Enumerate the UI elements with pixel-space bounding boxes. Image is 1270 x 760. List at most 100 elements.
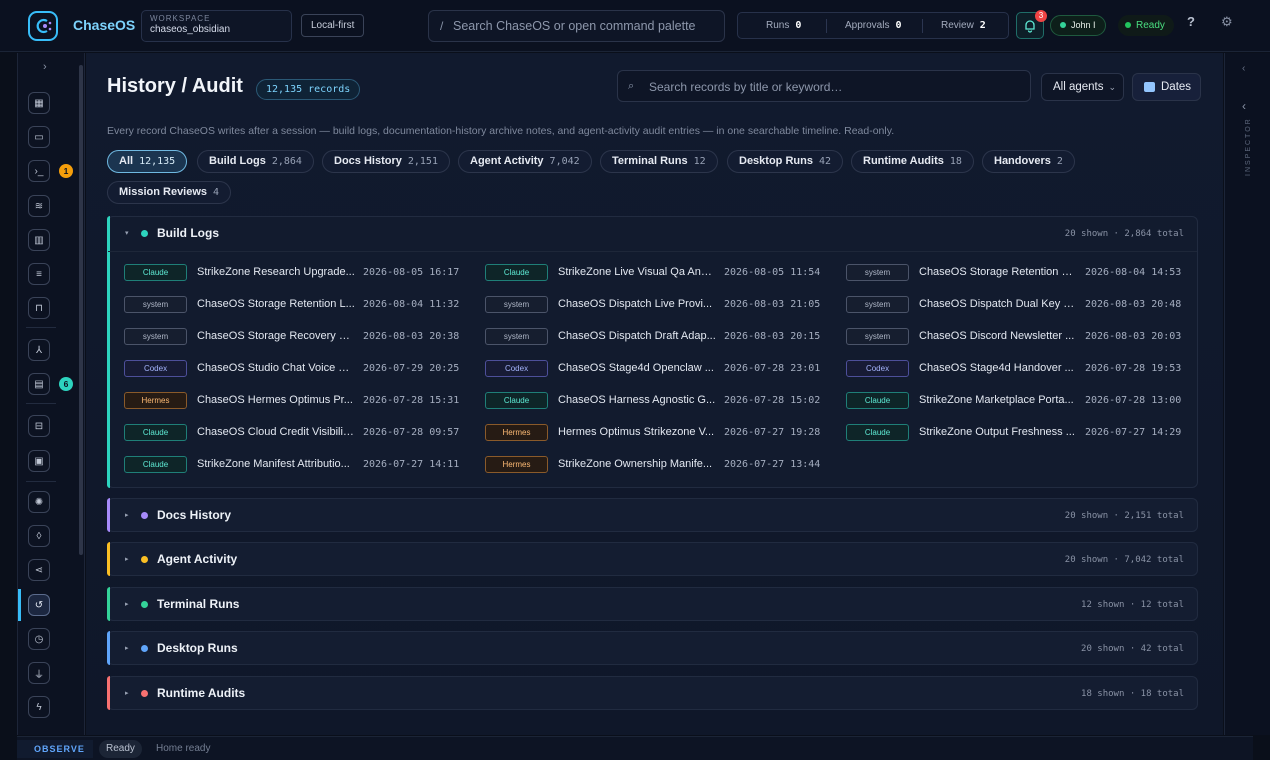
group-caret-icon[interactable]: ▸ xyxy=(125,600,129,608)
docs-badge: 6 xyxy=(59,377,73,391)
workspace-selector[interactable]: WORKSPACE chaseos_obsidian xyxy=(141,10,292,42)
group-header[interactable] xyxy=(108,217,1197,252)
bag-icon[interactable]: ⊓ xyxy=(28,297,50,319)
group-name[interactable]: Build Logs xyxy=(157,226,219,240)
clock-icon[interactable]: ◷ xyxy=(28,628,50,650)
record-row[interactable]: system ChaseOS Dispatch Draft Adap... 2026… xyxy=(485,328,825,346)
review-counter[interactable]: Review 2 xyxy=(941,20,986,31)
kanban-icon[interactable]: ▥ xyxy=(28,229,50,251)
rail-expand-button[interactable]: › xyxy=(43,61,47,73)
record-row[interactable]: Claude ChaseOS Cloud Credit Visibilit... 2… xyxy=(124,424,464,442)
slash-shortcut-icon: / xyxy=(440,19,444,33)
filter-chip[interactable]: All 12,135 xyxy=(107,150,188,173)
group-caret-icon[interactable]: ▸ xyxy=(125,511,129,519)
record-row[interactable]: system ChaseOS Storage Retention L... 2026… xyxy=(124,296,464,314)
chat-icon[interactable]: ▭ xyxy=(28,126,50,148)
record-row[interactable]: Codex ChaseOS Stage4d Handover ... 2026-07… xyxy=(846,360,1186,378)
settings-icon[interactable]: ✺ xyxy=(28,491,50,513)
record-row[interactable]: system ChaseOS Storage Retention G... 2026… xyxy=(846,264,1186,282)
inbox-icon[interactable]: ⊟ xyxy=(28,415,50,437)
record-row[interactable]: Claude ChaseOS Harness Agnostic G... 2026-… xyxy=(485,392,825,410)
runs-counter[interactable]: Runs 0 xyxy=(766,20,801,31)
filter-chip[interactable]: Mission Reviews 4 xyxy=(107,181,232,204)
group-name[interactable]: Terminal Runs xyxy=(157,597,239,611)
filter-chip[interactable]: Terminal Runs 12 xyxy=(600,150,718,173)
record-row[interactable]: system ChaseOS Dispatch Dual Key G... 2026… xyxy=(846,296,1186,314)
group-name[interactable]: Agent Activity xyxy=(157,552,237,566)
filter-chip[interactable]: Agent Activity 7,042 xyxy=(458,150,592,173)
group-name[interactable]: Docs History xyxy=(157,508,231,522)
chip-label: Runtime Audits xyxy=(863,155,944,167)
archive-icon[interactable]: ▣ xyxy=(28,450,50,472)
chip-count: 4 xyxy=(213,187,220,198)
notifications-button[interactable]: 3 xyxy=(1016,10,1047,39)
agent-tag: system xyxy=(124,296,187,313)
rail-scrollbar[interactable] xyxy=(79,65,83,555)
filter-chip[interactable]: Docs History 2,151 xyxy=(322,150,450,173)
record-time: 2026-07-28 09:57 xyxy=(363,427,460,438)
record-title: ChaseOS Stage4d Openclaw ... xyxy=(558,362,714,374)
record-row[interactable]: system ChaseOS Discord Newsletter ... 2026… xyxy=(846,328,1186,346)
dashboard-grid-icon[interactable]: ▦ xyxy=(28,92,50,114)
record-row[interactable]: Codex ChaseOS Studio Chat Voice Li... 2026… xyxy=(124,360,464,378)
group-name[interactable]: Runtime Audits xyxy=(157,686,245,700)
agent-tag: system xyxy=(124,328,187,345)
record-row[interactable]: Claude StrikeZone Marketplace Porta... 202… xyxy=(846,392,1186,410)
chip-label: Terminal Runs xyxy=(612,155,688,167)
group-name[interactable]: Desktop Runs xyxy=(157,641,238,655)
filter-chip[interactable]: Handovers 2 xyxy=(982,150,1075,173)
inspector-toggle-chevron-icon[interactable]: ‹ xyxy=(1242,99,1246,113)
record-row[interactable]: Claude StrikeZone Output Freshness ... 202… xyxy=(846,424,1186,442)
approvals-counter[interactable]: Approvals 0 xyxy=(845,20,902,31)
record-row[interactable]: Claude StrikeZone Research Upgrade... 2026… xyxy=(124,264,464,282)
calendar-icon xyxy=(1144,82,1155,92)
command-palette-search[interactable]: / Search ChaseOS or open command palette xyxy=(428,10,725,42)
share-icon[interactable]: ⋖ xyxy=(28,559,50,581)
bolt-icon[interactable]: ϟ xyxy=(28,696,50,718)
record-row[interactable]: Hermes Hermes Optimus Strikezone V... 2026… xyxy=(485,424,825,442)
record-row[interactable]: system ChaseOS Dispatch Live Provi... 2026… xyxy=(485,296,825,314)
mode-indicator[interactable]: OBSERVE xyxy=(17,740,93,758)
settings-gear-icon[interactable]: ⚙ xyxy=(1221,14,1233,30)
fork-icon[interactable]: ⅄ xyxy=(28,339,50,361)
records-search-input[interactable]: ⌕ Search records by title or keyword… xyxy=(617,70,1031,102)
record-time: 2026-07-27 13:44 xyxy=(724,459,821,470)
group-caret-icon[interactable]: ▸ xyxy=(125,689,129,697)
collapse-chevron-icon[interactable]: ‹ xyxy=(1242,63,1245,74)
record-time: 2026-08-04 14:53 xyxy=(1085,267,1182,278)
record-row[interactable]: system ChaseOS Storage Recovery C... 2026-… xyxy=(124,328,464,346)
history-audit-panel: History / Audit 12,135 records ⌕ Search … xyxy=(86,53,1223,735)
record-row[interactable]: Claude StrikeZone Manifest Attributio... 2… xyxy=(124,456,464,474)
group-caret-icon[interactable]: ▾ xyxy=(125,229,129,237)
agent-tag: Claude xyxy=(485,392,548,409)
record-row[interactable]: Hermes ChaseOS Hermes Optimus Pr... 2026-0… xyxy=(124,392,464,410)
chip-count: 18 xyxy=(949,156,962,167)
dates-button[interactable]: Dates xyxy=(1132,73,1201,101)
record-row[interactable]: Hermes StrikeZone Ownership Manife... 2026… xyxy=(485,456,825,474)
group-color-dot xyxy=(141,512,148,519)
chip-count: 42 xyxy=(818,156,832,167)
agent-tag: Codex xyxy=(485,360,548,377)
help-button[interactable]: ? xyxy=(1187,14,1195,29)
record-row[interactable]: Codex ChaseOS Stage4d Openclaw ... 2026-07… xyxy=(485,360,825,378)
history-icon[interactable]: ↺ xyxy=(28,594,50,616)
terminal-icon[interactable]: ›_ xyxy=(28,160,50,182)
layers-icon[interactable]: ≋ xyxy=(28,195,50,217)
list-icon[interactable]: ≡ xyxy=(28,263,50,285)
user-menu[interactable]: John I xyxy=(1050,15,1106,36)
document-icon[interactable]: ▤ xyxy=(28,373,50,395)
chip-count: 2 xyxy=(1056,156,1063,167)
chaseos-logo[interactable] xyxy=(28,11,58,41)
agent-tag: Hermes xyxy=(485,456,548,473)
agent-filter-select[interactable]: All agents ⌄ xyxy=(1041,73,1124,101)
filter-chip[interactable]: Build Logs 2,864 xyxy=(197,150,314,173)
filter-chip[interactable]: Desktop Runs 42 xyxy=(727,150,844,173)
plug-icon[interactable]: ⏚ xyxy=(28,662,50,684)
group-caret-icon[interactable]: ▸ xyxy=(125,644,129,652)
filter-chip[interactable]: Runtime Audits 18 xyxy=(851,150,974,173)
group-caret-icon[interactable]: ▸ xyxy=(125,555,129,563)
shield-icon[interactable]: ◊ xyxy=(28,525,50,547)
chip-count: 12 xyxy=(693,156,706,167)
chip-label: Build Logs xyxy=(209,155,266,167)
record-row[interactable]: Claude StrikeZone Live Visual Qa And... 20… xyxy=(485,264,825,282)
